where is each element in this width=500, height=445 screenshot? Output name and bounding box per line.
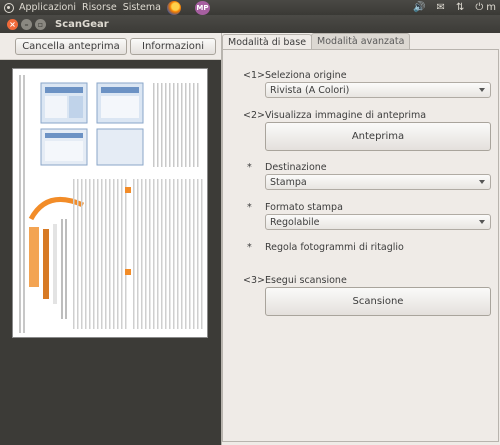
- print-format-marker: *: [247, 202, 252, 213]
- window-title: ScanGear: [55, 18, 109, 30]
- print-format-label: Formato stampa: [265, 202, 343, 213]
- print-format-select[interactable]: Regolabile: [265, 214, 491, 230]
- scan-button[interactable]: Scansione: [265, 287, 491, 316]
- top-panel: Applicazioni Risorse Sistema MP 🔊 ✉ ⇅ ⏻ …: [0, 0, 500, 15]
- settings-pane: Modalità di base Modalità avanzata <1> S…: [221, 33, 500, 445]
- window-titlebar: × – ▫ ScanGear: [0, 15, 500, 33]
- crop-frames-label: Regola fotogrammi di ritaglio: [265, 242, 404, 253]
- chevron-down-icon: [479, 180, 485, 184]
- menu-applicazioni[interactable]: Applicazioni: [19, 2, 76, 13]
- chevron-down-icon: [479, 220, 485, 224]
- destination-select[interactable]: Stampa: [265, 174, 491, 190]
- preview-button[interactable]: Anteprima: [265, 122, 491, 151]
- ubuntu-logo-icon[interactable]: [4, 2, 14, 13]
- avatar[interactable]: MP: [194, 0, 210, 15]
- preview-pane: Cancella anteprima Informazioni: [0, 33, 221, 445]
- source-select[interactable]: Rivista (A Colori): [265, 82, 491, 98]
- preview-area[interactable]: [0, 61, 221, 445]
- scanned-document-image: [19, 75, 203, 333]
- menu-sistema[interactable]: Sistema: [123, 2, 161, 13]
- menu-risorse[interactable]: Risorse: [82, 2, 117, 13]
- preview-image-label: Visualizza immagine di anteprima: [265, 110, 427, 121]
- print-format-select-value: Regolabile: [270, 216, 320, 228]
- mail-icon[interactable]: ✉: [437, 2, 445, 13]
- firefox-icon[interactable]: [166, 0, 181, 15]
- step-1-marker: <1>: [243, 70, 265, 81]
- tab-basic-mode[interactable]: Modalità di base: [222, 34, 313, 50]
- chevron-down-icon: [479, 88, 485, 92]
- close-icon[interactable]: ×: [7, 18, 18, 30]
- basic-mode-panel: <1> Seleziona origine Rivista (A Colori)…: [222, 49, 499, 442]
- network-icon[interactable]: ⇅: [456, 2, 464, 13]
- cancel-preview-button[interactable]: Cancella anteprima: [15, 38, 127, 55]
- session-icon[interactable]: ⏻: [475, 2, 483, 13]
- source-select-value: Rivista (A Colori): [270, 84, 350, 96]
- tab-advanced-mode[interactable]: Modalità avanzata: [311, 33, 411, 49]
- preview-toolbar: Cancella anteprima Informazioni: [0, 33, 221, 60]
- mode-tabs: Modalità di base Modalità avanzata: [222, 33, 411, 50]
- volume-icon[interactable]: 🔊: [413, 2, 425, 13]
- user-indicator[interactable]: m: [486, 2, 496, 13]
- info-button[interactable]: Informazioni: [130, 38, 216, 55]
- scan-label: Esegui scansione: [265, 275, 347, 286]
- destination-label: Destinazione: [265, 162, 327, 173]
- select-source-label: Seleziona origine: [265, 70, 347, 81]
- preview-image[interactable]: [12, 68, 208, 338]
- minimize-icon[interactable]: –: [21, 18, 32, 30]
- destination-marker: *: [247, 162, 252, 173]
- system-tray: 🔊 ✉ ⇅ ⏻ m: [402, 0, 500, 15]
- step-3-marker: <3>: [243, 275, 265, 286]
- destination-select-value: Stampa: [270, 176, 307, 188]
- crop-marker: *: [247, 242, 252, 253]
- step-2-marker: <2>: [243, 110, 265, 121]
- maximize-icon[interactable]: ▫: [35, 18, 46, 30]
